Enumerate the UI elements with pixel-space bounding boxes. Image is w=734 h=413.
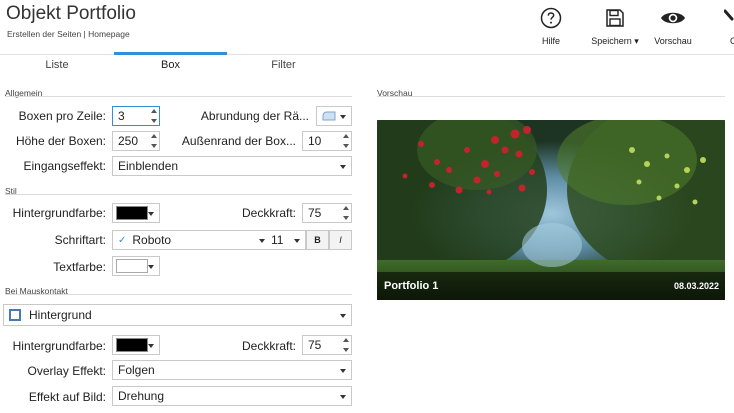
preview-label: Vorschau	[654, 36, 692, 46]
color-swatch	[116, 259, 148, 273]
entry-effect-label: Eingangseffekt:	[23, 159, 106, 173]
section-divider	[5, 294, 352, 295]
hover-background-select[interactable]: Hintergrund	[3, 304, 352, 326]
image-effect-select[interactable]: Drehung	[112, 386, 352, 406]
tab-filter[interactable]: Filter	[227, 59, 340, 71]
help-button[interactable]: Hilfe	[519, 6, 583, 46]
box-margin-stepper[interactable]: 10	[302, 131, 352, 151]
italic-button[interactable]: I	[329, 230, 352, 250]
brush-icon	[712, 6, 734, 30]
corner-shape-icon	[322, 111, 336, 121]
box-height-label: Höhe der Boxen:	[15, 134, 106, 148]
stepper-arrows[interactable]	[151, 109, 157, 123]
active-tab-indicator	[114, 52, 227, 55]
preview-caption: Portfolio 1 08.03.2022	[377, 272, 725, 300]
overlay-effect-label: Overlay Effekt:	[27, 364, 106, 378]
font-label: Schriftart:	[54, 233, 106, 247]
font-caret	[259, 239, 265, 243]
stepper-arrows[interactable]	[343, 206, 349, 220]
color-swatch	[116, 206, 148, 220]
text-color-picker[interactable]	[112, 256, 160, 276]
boxes-per-row-stepper[interactable]: 3	[112, 106, 160, 126]
help-icon	[519, 6, 583, 30]
font-size-value: 11	[271, 233, 284, 247]
section-divider	[5, 96, 352, 97]
boxes-per-row-value: 3	[118, 109, 125, 123]
more-tool-label: C	[730, 36, 734, 46]
entry-effect-select[interactable]: Einblenden	[112, 156, 352, 176]
box-height-stepper[interactable]: 250	[112, 131, 160, 151]
box-margin-label: Außenrand der Box...	[181, 134, 296, 148]
font-family-select[interactable]: ✓ Roboto 11	[112, 230, 306, 250]
preview-date: 08.03.2022	[673, 281, 719, 291]
color-swatch	[116, 338, 148, 352]
background-color-picker[interactable]	[112, 203, 160, 223]
box-margin-value: 10	[308, 134, 322, 148]
hover-background-value: Hintergrund	[29, 308, 92, 322]
corner-radius-dropdown[interactable]	[316, 106, 352, 126]
breadcrumb: Erstellen der Seiten | Homepage	[7, 29, 130, 39]
hover-opacity-value: 75	[308, 338, 322, 352]
save-icon	[583, 6, 647, 30]
preview-card[interactable]: Portfolio 1 08.03.2022	[377, 120, 725, 300]
boxes-per-row-label: Boxen pro Zeile:	[18, 109, 106, 123]
check-icon: ✓	[118, 234, 127, 246]
section-divider	[5, 194, 352, 195]
background-color-label: Hintergrundfarbe:	[12, 206, 106, 220]
help-label: Hilfe	[541, 36, 560, 46]
overlay-effect-select[interactable]: Folgen	[112, 360, 352, 380]
text-color-label: Textfarbe:	[53, 260, 106, 274]
hover-opacity-stepper[interactable]: 75	[302, 335, 352, 355]
preview-title: Portfolio 1	[384, 280, 439, 292]
opacity-value: 75	[308, 206, 322, 220]
header-divider	[0, 54, 734, 55]
save-button[interactable]: Speichern ▾	[583, 6, 647, 47]
save-label: Speichern ▾	[591, 36, 639, 46]
tab-box[interactable]: Box	[114, 59, 227, 71]
eye-icon	[641, 6, 705, 30]
opacity-stepper[interactable]: 75	[302, 203, 352, 223]
opacity-label: Deckkraft:	[241, 206, 296, 220]
stepper-arrows[interactable]	[343, 134, 349, 148]
section-divider	[377, 96, 725, 97]
checkbox-icon[interactable]	[9, 309, 21, 321]
stepper-arrows[interactable]	[343, 338, 349, 352]
overlay-effect-value: Folgen	[118, 363, 155, 377]
stepper-arrows[interactable]	[151, 134, 157, 148]
hover-opacity-label: Deckkraft:	[241, 339, 296, 353]
hover-background-color-label: Hintergrundfarbe:	[12, 339, 106, 353]
font-family-value: Roboto	[132, 233, 172, 247]
tab-liste[interactable]: Liste	[0, 59, 114, 71]
bold-button[interactable]: B	[306, 230, 329, 250]
box-height-value: 250	[118, 134, 139, 148]
image-effect-label: Effekt auf Bild:	[28, 390, 106, 404]
entry-effect-value: Einblenden	[118, 159, 179, 173]
page-title: Objekt Portfolio	[6, 3, 136, 24]
image-effect-value: Drehung	[118, 389, 165, 403]
more-tool-button[interactable]: C	[712, 6, 734, 46]
preview-button[interactable]: Vorschau	[641, 6, 705, 46]
corner-radius-label: Abrundung der Rä...	[200, 109, 309, 123]
hover-background-color-picker[interactable]	[112, 335, 160, 355]
